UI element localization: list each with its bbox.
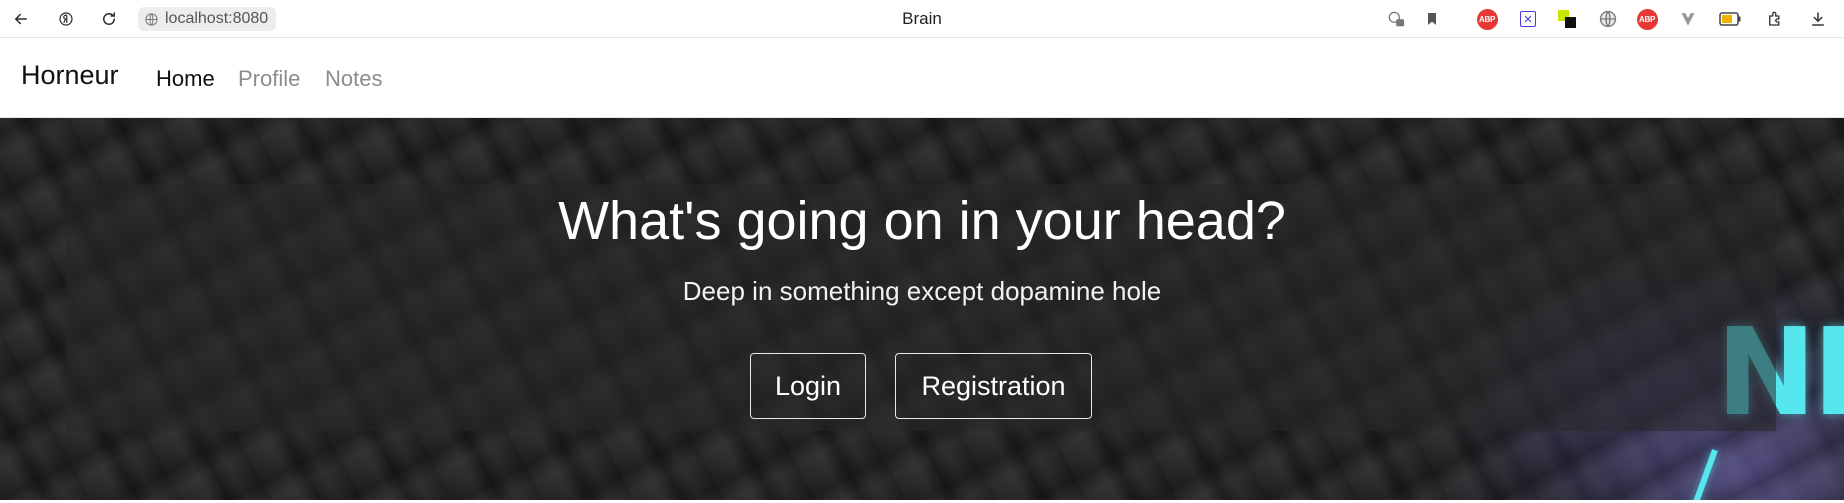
color-extension-icon[interactable] xyxy=(1556,8,1578,30)
bookmark-icon[interactable] xyxy=(1421,8,1443,30)
vpn-globe-icon[interactable] xyxy=(1597,8,1619,30)
nav-link-home[interactable]: Home xyxy=(156,66,215,92)
adblock-badge: ABP xyxy=(1636,8,1658,30)
registration-button[interactable]: Registration xyxy=(895,353,1092,419)
hero-section: NH What's going on in your head? Deep in… xyxy=(0,118,1844,500)
vivaldi-icon[interactable] xyxy=(1677,8,1699,30)
browser-toolbar: localhost:8080 Brain ABP ✕ ABP xyxy=(0,0,1844,38)
battery-icon[interactable] xyxy=(1719,8,1741,30)
adblock-icon[interactable]: ABP xyxy=(1476,8,1498,30)
address-bar[interactable]: localhost:8080 xyxy=(138,7,277,31)
site-navbar: Horneur Home Profile Notes xyxy=(0,38,1844,118)
login-button[interactable]: Login xyxy=(750,353,866,419)
extensions-icon[interactable] xyxy=(1764,8,1786,30)
brand-logo[interactable]: Horneur xyxy=(21,60,119,91)
url-text: localhost:8080 xyxy=(165,10,269,27)
adblock-icon[interactable]: ABP xyxy=(1636,8,1658,30)
adblock-badge: ABP xyxy=(1476,8,1498,30)
x-extension-icon[interactable]: ✕ xyxy=(1517,8,1539,30)
password-icon[interactable] xyxy=(1385,8,1407,30)
nav-link-notes[interactable]: Notes xyxy=(325,66,382,92)
hero-title: What's going on in your head? xyxy=(558,191,1286,251)
download-icon[interactable] xyxy=(1807,8,1829,30)
nav-link-profile[interactable]: Profile xyxy=(238,66,300,92)
back-icon[interactable] xyxy=(9,7,33,31)
hero-subtitle: Deep in something except dopamine hole xyxy=(682,276,1162,306)
yandex-icon[interactable] xyxy=(54,7,78,31)
reload-icon[interactable] xyxy=(97,7,121,31)
globe-icon xyxy=(145,12,158,26)
